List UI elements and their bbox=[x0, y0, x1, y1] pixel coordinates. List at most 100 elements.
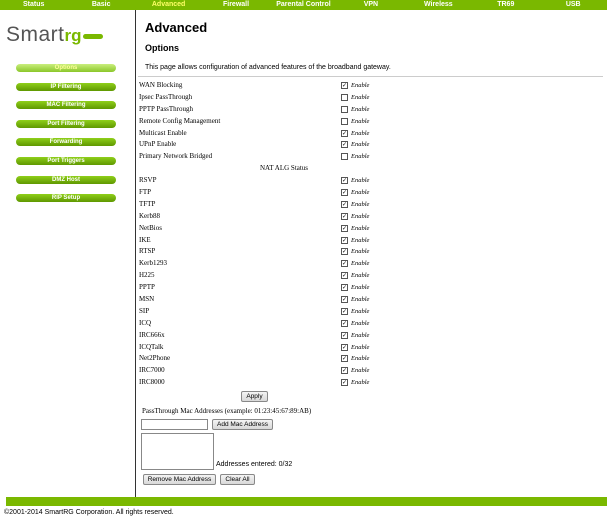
option-label: FTP bbox=[139, 188, 152, 197]
enable-checkbox[interactable]: ✓ bbox=[341, 319, 348, 327]
enable-label: Enable bbox=[351, 296, 370, 304]
option-row: H225 ✓ Enable bbox=[139, 270, 539, 282]
enable-label: Enable bbox=[351, 177, 370, 185]
enable-checkbox[interactable]: ✓ bbox=[341, 212, 348, 220]
remove-mac-address-button[interactable]: Remove Mac Address bbox=[143, 474, 216, 485]
option-row: MSN ✓ Enable bbox=[139, 294, 539, 306]
enable-checkbox[interactable]: ✓ bbox=[341, 296, 348, 304]
mac-address-list[interactable] bbox=[141, 433, 214, 470]
enable-checkbox[interactable]: ✓ bbox=[341, 200, 348, 208]
sidebar-menu: Options IP Filtering MAC Filtering Port Fil… bbox=[16, 64, 116, 213]
enable-checkbox[interactable]: ✓ bbox=[341, 248, 348, 256]
option-row: Kerb88 ✓ Enable bbox=[139, 211, 539, 223]
enable-checkbox[interactable] bbox=[341, 153, 348, 161]
enable-checkbox[interactable]: ✓ bbox=[341, 272, 348, 280]
logo-text-main: Smart bbox=[6, 23, 65, 46]
option-label: NetBios bbox=[139, 223, 162, 232]
enable-checkbox[interactable]: ✓ bbox=[341, 177, 348, 185]
enable-label: Enable bbox=[351, 379, 370, 387]
enable-checkbox[interactable]: ✓ bbox=[341, 343, 348, 351]
sidebar-item-rip-setup[interactable]: RIP Setup bbox=[16, 194, 116, 203]
option-row: PPTP PassThrough Enable bbox=[139, 104, 539, 116]
enable-checkbox[interactable]: ✓ bbox=[341, 236, 348, 244]
option-row: IRC8000 ✓ Enable bbox=[139, 377, 539, 389]
enable-label: Enable bbox=[351, 200, 370, 208]
enable-label: Enable bbox=[351, 367, 370, 375]
tab-advanced[interactable]: Advanced bbox=[135, 0, 202, 10]
option-label: ICQTalk bbox=[139, 342, 164, 351]
clear-all-button[interactable]: Clear All bbox=[220, 474, 255, 485]
enable-checkbox[interactable]: ✓ bbox=[341, 284, 348, 292]
enable-checkbox[interactable]: ✓ bbox=[341, 367, 348, 375]
tab-basic[interactable]: Basic bbox=[67, 0, 134, 10]
option-row: TFTP ✓ Enable bbox=[139, 199, 539, 211]
option-row: IRC666x ✓ Enable bbox=[139, 330, 539, 342]
enable-checkbox[interactable]: ✓ bbox=[341, 307, 348, 315]
option-label: Kerb1293 bbox=[139, 259, 167, 268]
sidebar-item-dmz-host[interactable]: DMZ Host bbox=[16, 175, 116, 184]
addresses-entered-count: Addresses entered: 0/32 bbox=[216, 461, 293, 468]
option-row: Remote Config Management Enable bbox=[139, 116, 539, 128]
enable-checkbox[interactable]: ✓ bbox=[341, 129, 348, 137]
option-row: Kerb1293 ✓ Enable bbox=[139, 258, 539, 270]
enable-checkbox[interactable] bbox=[341, 93, 348, 101]
option-label: WAN Blocking bbox=[139, 81, 183, 89]
tab-tr69[interactable]: TR69 bbox=[472, 0, 539, 10]
intro-text: This page allows configuration of advanc… bbox=[145, 64, 391, 71]
option-row: ICQ ✓ Enable bbox=[139, 318, 539, 330]
smartrg-logo: Smartrg bbox=[6, 23, 126, 49]
option-label: H225 bbox=[139, 271, 155, 280]
option-row: IKE ✓ Enable bbox=[139, 235, 539, 247]
enable-label: Enable bbox=[351, 307, 370, 315]
add-mac-address-button[interactable]: Add Mac Address bbox=[212, 419, 273, 430]
option-label: ICQ bbox=[139, 318, 152, 327]
tab-parental-control[interactable]: Parental Control bbox=[270, 0, 337, 10]
enable-label: Enable bbox=[351, 331, 370, 339]
enable-checkbox[interactable]: ✓ bbox=[341, 355, 348, 363]
enable-checkbox[interactable]: ✓ bbox=[341, 379, 348, 387]
sidebar-item-port-filtering[interactable]: Port Filtering bbox=[16, 119, 116, 128]
enable-label: Enable bbox=[351, 355, 370, 363]
enable-checkbox[interactable]: ✓ bbox=[341, 189, 348, 197]
option-row: FTP ✓ Enable bbox=[139, 187, 539, 199]
enable-checkbox[interactable]: ✓ bbox=[341, 224, 348, 232]
sidebar-item-mac-filtering[interactable]: MAC Filtering bbox=[16, 101, 116, 110]
enable-checkbox[interactable]: ✓ bbox=[341, 82, 348, 89]
option-label: PPTP bbox=[139, 283, 155, 292]
sidebar-item-port-triggers[interactable]: Port Triggers bbox=[16, 156, 116, 165]
option-row: Multicast Enable ✓ Enable bbox=[139, 128, 539, 140]
enable-checkbox[interactable] bbox=[341, 105, 348, 113]
tab-vpn[interactable]: VPN bbox=[337, 0, 404, 10]
option-label: Kerb88 bbox=[139, 211, 160, 220]
apply-button[interactable]: Apply bbox=[241, 391, 268, 402]
sidebar-item-options[interactable]: Options bbox=[16, 64, 116, 72]
enable-checkbox[interactable]: ✓ bbox=[341, 141, 348, 149]
sidebar-item-ip-filtering[interactable]: IP Filtering bbox=[16, 82, 116, 91]
tab-wireless[interactable]: Wireless bbox=[405, 0, 472, 10]
option-label: RTSP bbox=[139, 247, 156, 256]
tab-status[interactable]: Status bbox=[0, 0, 67, 10]
option-label: Multicast Enable bbox=[139, 128, 187, 137]
enable-label: Enable bbox=[351, 260, 370, 268]
option-row: PPTP ✓ Enable bbox=[139, 282, 539, 294]
enable-checkbox[interactable]: ✓ bbox=[341, 260, 348, 268]
option-row: RTSP ✓ Enable bbox=[139, 246, 539, 258]
option-row: SIP ✓ Enable bbox=[139, 306, 539, 318]
nat-alg-heading: NAT ALG Status bbox=[259, 164, 309, 173]
enable-checkbox[interactable] bbox=[341, 117, 348, 125]
option-label: RSVP bbox=[139, 176, 157, 185]
option-row: IRC7000 ✓ Enable bbox=[139, 365, 539, 377]
mac-address-input[interactable] bbox=[141, 419, 208, 430]
option-label: Ipsec PassThrough bbox=[139, 92, 193, 101]
options-table: WAN Blocking ✓ Enable Ipsec PassThrough Enab… bbox=[139, 80, 539, 389]
enable-label: Enable bbox=[351, 117, 370, 125]
top-navigation: Status Basic Advanced Firewall Parental Cont… bbox=[0, 0, 607, 10]
enable-label: Enable bbox=[351, 343, 370, 351]
tab-usb[interactable]: USB bbox=[540, 0, 607, 10]
enable-checkbox[interactable]: ✓ bbox=[341, 331, 348, 339]
option-label: Primary Network Bridged bbox=[139, 152, 213, 161]
tab-firewall[interactable]: Firewall bbox=[202, 0, 269, 10]
option-label: Remote Config Management bbox=[139, 116, 221, 125]
sidebar-item-forwarding[interactable]: Forwarding bbox=[16, 138, 116, 147]
bottom-bar bbox=[6, 497, 607, 506]
